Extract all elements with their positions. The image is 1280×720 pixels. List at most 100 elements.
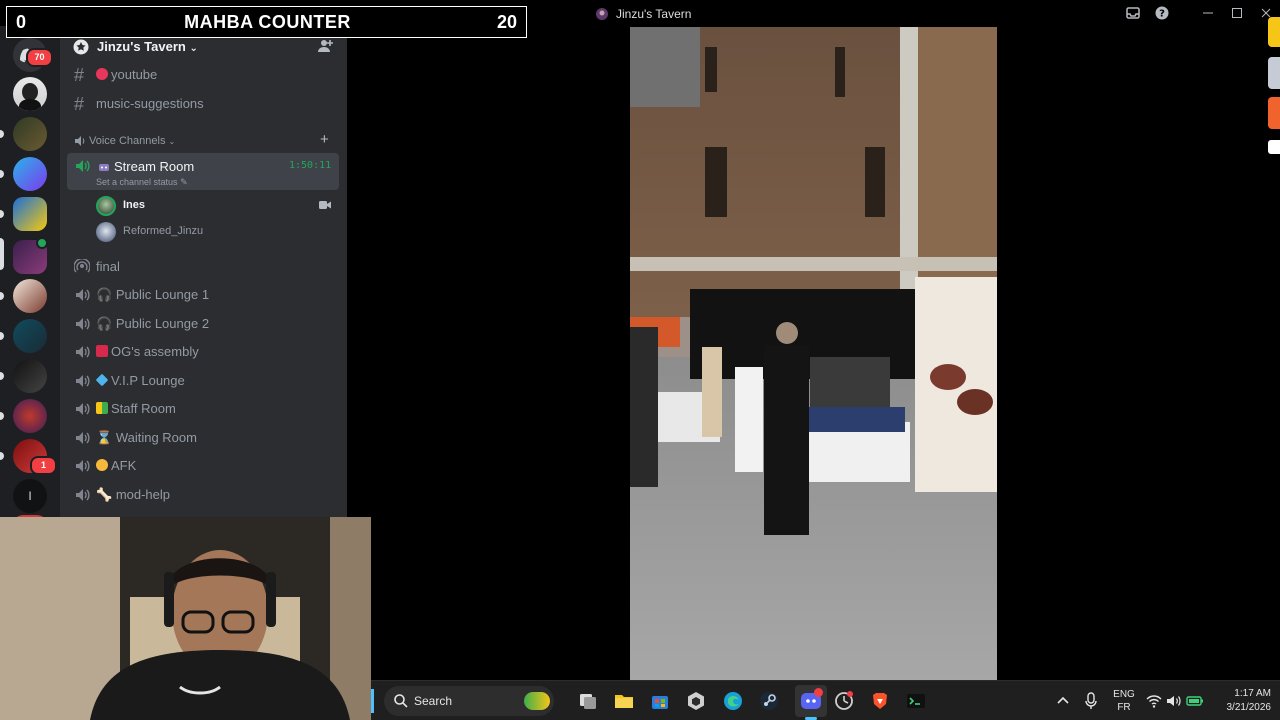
speaker-icon bbox=[76, 289, 90, 301]
sleepy-face-icon bbox=[96, 459, 108, 471]
server-icon bbox=[596, 8, 608, 20]
voice-member[interactable]: Ines bbox=[96, 194, 336, 216]
voice-channel-public-lounge-2[interactable]: 🎧 Public Lounge 2 bbox=[68, 311, 340, 337]
voice-channel-public-lounge-1[interactable]: 🎧 Public Lounge 1 bbox=[68, 282, 340, 308]
diamond-icon bbox=[95, 373, 109, 387]
hash-icon: # bbox=[74, 65, 85, 85]
voice-member[interactable]: Reformed_Jinzu bbox=[96, 220, 336, 242]
server-icon-2[interactable] bbox=[13, 117, 47, 151]
speaker-icon bbox=[75, 136, 85, 146]
app-icon-cube[interactable] bbox=[685, 690, 707, 712]
channel-label: ⌛ Waiting Room bbox=[96, 430, 197, 445]
speaker-icon bbox=[76, 432, 90, 444]
search-icon bbox=[394, 694, 408, 708]
category-label: Voice Channels ⌄ bbox=[89, 135, 176, 147]
channel-label: Staff Room bbox=[96, 401, 176, 416]
camera-icon bbox=[319, 201, 331, 209]
server-icon-4[interactable] bbox=[13, 197, 47, 231]
speaker-icon bbox=[76, 346, 90, 358]
webcam-feed bbox=[0, 517, 371, 720]
unread-pill bbox=[0, 332, 4, 340]
channel-status[interactable]: Set a channel status ✎ bbox=[96, 177, 188, 188]
battery-icon[interactable] bbox=[1186, 693, 1204, 709]
voice-channel-staff-room[interactable]: Staff Room bbox=[68, 396, 340, 422]
channel-label: V.I.P Lounge bbox=[95, 373, 185, 388]
chevron-down-icon: ⌄ bbox=[168, 137, 176, 146]
clock-date: 3/21/2026 bbox=[1226, 702, 1272, 713]
channel-label: Stream Room bbox=[114, 159, 195, 174]
server-icon-7[interactable] bbox=[13, 319, 47, 353]
server-initial: I bbox=[28, 489, 32, 503]
stage-icon bbox=[74, 259, 90, 273]
wifi-icon[interactable] bbox=[1146, 693, 1162, 709]
volume-icon[interactable] bbox=[1166, 693, 1182, 709]
create-channel-icon[interactable]: + bbox=[320, 131, 329, 148]
voice-channel-final[interactable]: final bbox=[68, 254, 340, 280]
voice-indicator-icon bbox=[36, 237, 48, 249]
badge-icon bbox=[96, 402, 108, 414]
stream-video[interactable] bbox=[630, 27, 997, 680]
voice-channel-waiting-room[interactable]: ⌛ Waiting Room bbox=[68, 425, 340, 451]
webcam-frame bbox=[0, 517, 371, 720]
voice-channel-mod-help[interactable]: 🦴 mod-help bbox=[68, 482, 340, 508]
server-icon-3[interactable] bbox=[13, 157, 47, 191]
channel-label: OG's assembly bbox=[96, 344, 199, 359]
brave-icon[interactable] bbox=[869, 690, 891, 712]
voice-channel-afk[interactable]: AFK bbox=[68, 453, 340, 479]
minimize-icon[interactable] bbox=[1201, 6, 1215, 20]
bone-icon: 🦴 bbox=[96, 487, 113, 502]
server-icon-6[interactable] bbox=[13, 279, 47, 313]
svg-text:?: ? bbox=[1159, 9, 1165, 20]
steam-icon[interactable] bbox=[758, 690, 780, 712]
chevron-down-icon: ⌄ bbox=[189, 43, 198, 54]
system-clock[interactable]: 1:17 AM 3/21/2026 bbox=[1211, 681, 1272, 720]
overlay-widget-3 bbox=[1268, 97, 1280, 129]
unread-pill bbox=[0, 372, 4, 380]
channel-youtube[interactable]: # youtube bbox=[68, 62, 340, 88]
avatar bbox=[96, 196, 116, 216]
clock-app-icon[interactable] bbox=[833, 690, 855, 712]
microphone-icon[interactable] bbox=[1083, 692, 1099, 710]
maximize-icon[interactable] bbox=[1230, 6, 1244, 20]
voice-category[interactable]: Voice Channels ⌄ + bbox=[74, 131, 344, 148]
channel-label: music-suggestions bbox=[96, 96, 204, 111]
server-icon-8[interactable] bbox=[13, 359, 47, 393]
terminal-icon[interactable] bbox=[905, 690, 927, 712]
chevron-up-icon[interactable] bbox=[1055, 693, 1071, 709]
speaker-icon bbox=[76, 489, 90, 501]
add-member-icon[interactable] bbox=[318, 38, 334, 54]
speaker-icon bbox=[76, 403, 90, 415]
channel-music-suggestions[interactable]: # music-suggestions bbox=[68, 91, 340, 117]
hundred-icon bbox=[96, 345, 108, 357]
inbox-icon[interactable] bbox=[1126, 6, 1140, 20]
file-explorer-icon[interactable] bbox=[613, 690, 635, 712]
microsoft-store-icon[interactable] bbox=[649, 690, 671, 712]
speaker-active-icon bbox=[76, 160, 90, 172]
headphones-icon: 🎧 bbox=[96, 316, 113, 331]
voice-channel-vip-lounge[interactable]: V.I.P Lounge bbox=[68, 368, 340, 394]
edge-icon[interactable] bbox=[722, 690, 744, 712]
server-badge: 1 bbox=[30, 456, 57, 475]
task-view-icon[interactable] bbox=[577, 690, 599, 712]
language-indicator[interactable]: ENG FR bbox=[1113, 681, 1135, 720]
home-badge: 70 bbox=[26, 48, 53, 67]
help-icon[interactable]: ? bbox=[1155, 6, 1169, 20]
server-icon-9[interactable] bbox=[13, 399, 47, 433]
pencil-icon: ✎ bbox=[180, 177, 188, 187]
clock-time: 1:17 AM bbox=[1234, 688, 1271, 699]
channel-label: AFK bbox=[96, 458, 136, 473]
speaker-icon bbox=[76, 375, 90, 387]
unread-pill bbox=[0, 130, 4, 138]
red-circle-icon bbox=[96, 68, 108, 80]
overlay-widget-2 bbox=[1268, 57, 1280, 89]
taskbar-search[interactable]: Search bbox=[384, 686, 554, 716]
voice-channel-ogs-assembly[interactable]: OG's assembly bbox=[68, 339, 340, 365]
voice-channel-stream-room[interactable]: Stream Room Set a channel status ✎ 1:50:… bbox=[67, 153, 339, 190]
server-icon-1[interactable] bbox=[13, 77, 47, 111]
unread-pill bbox=[0, 412, 4, 420]
windows-taskbar: Search ENG FR 1:17 AM 3/21/2026 bbox=[371, 680, 1280, 720]
channel-label: final bbox=[96, 259, 120, 274]
server-icon-11[interactable]: I bbox=[13, 479, 47, 513]
channel-label: 🦴 mod-help bbox=[96, 487, 171, 502]
member-name: Reformed_Jinzu bbox=[123, 225, 204, 237]
